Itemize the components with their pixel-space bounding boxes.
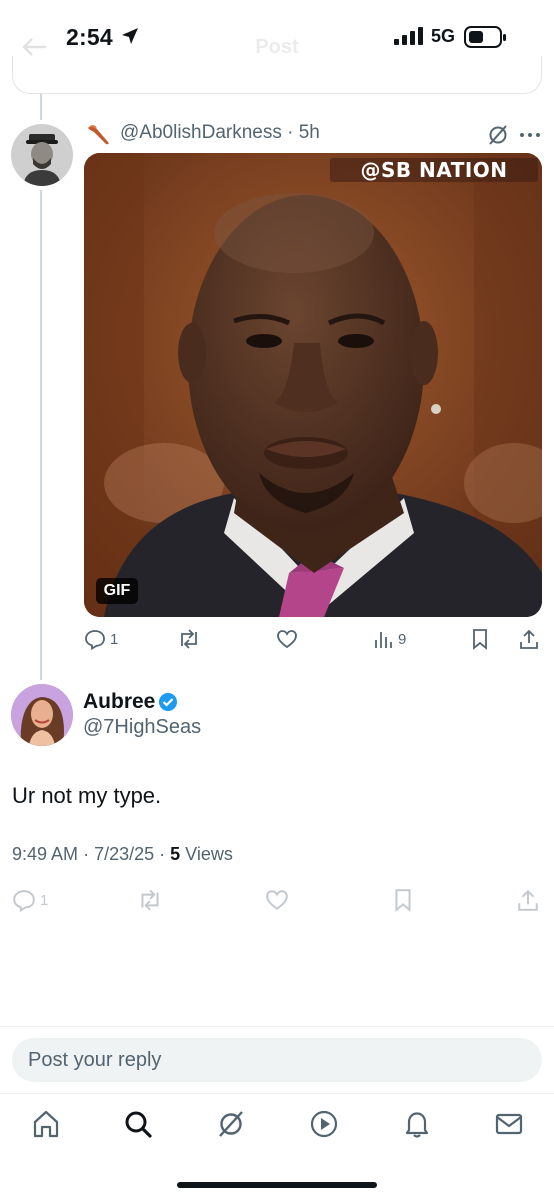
reply-action[interactable]: 1 bbox=[12, 888, 48, 912]
grok-icon[interactable] bbox=[487, 124, 509, 146]
more-options-icon[interactable] bbox=[518, 124, 542, 146]
reply-count: 1 bbox=[40, 891, 49, 909]
views-action[interactable]: 9 bbox=[374, 628, 406, 650]
post-date: 7/23/25 bbox=[94, 844, 155, 864]
boomerang-emoji-icon bbox=[88, 125, 109, 145]
messages-icon[interactable] bbox=[494, 1108, 524, 1140]
views-count: 9 bbox=[398, 630, 407, 648]
reply-author-handle[interactable]: @7HighSeas bbox=[83, 716, 201, 739]
separator: · bbox=[83, 844, 95, 864]
post-metadata: 9:49 AM · 7/23/25 · 5 Views bbox=[12, 844, 233, 865]
share-action[interactable] bbox=[516, 888, 540, 912]
home-indicator[interactable] bbox=[177, 1182, 377, 1188]
thread-line bbox=[40, 190, 42, 680]
video-icon[interactable] bbox=[309, 1108, 339, 1140]
repost-icon bbox=[141, 889, 159, 911]
reply-icon bbox=[85, 630, 105, 650]
like-action[interactable] bbox=[265, 888, 289, 912]
heart-icon bbox=[266, 890, 288, 910]
reply-count: 1 bbox=[110, 630, 119, 648]
share-action[interactable] bbox=[518, 628, 540, 650]
bookmark-action[interactable] bbox=[392, 888, 414, 912]
like-action[interactable] bbox=[276, 628, 298, 650]
separator: · bbox=[159, 844, 171, 864]
views-count: 5 bbox=[170, 844, 181, 864]
divider bbox=[0, 1026, 554, 1027]
post-media-gif[interactable] bbox=[84, 153, 542, 617]
search-icon[interactable] bbox=[123, 1108, 153, 1140]
post-author-handle[interactable]: @Ab0lishDarkness · 5h bbox=[120, 122, 320, 144]
views-icon bbox=[375, 632, 392, 648]
grok-icon[interactable] bbox=[216, 1108, 246, 1140]
reply-composer[interactable] bbox=[12, 1038, 542, 1082]
bookmark-icon bbox=[473, 629, 487, 650]
verified-badge-icon bbox=[159, 693, 177, 711]
previous-post-card-edge bbox=[12, 56, 542, 94]
reply-icon bbox=[13, 890, 35, 912]
avatar[interactable] bbox=[11, 684, 73, 746]
heart-icon bbox=[277, 630, 297, 649]
views-label[interactable]: Views bbox=[185, 844, 233, 864]
reply-action[interactable]: 1 bbox=[84, 628, 118, 650]
media-watermark: @SB NATION bbox=[330, 158, 538, 182]
repost-icon bbox=[181, 629, 197, 649]
post-time: 9:49 AM bbox=[12, 844, 79, 864]
bookmark-icon bbox=[395, 889, 411, 912]
reply-author-name[interactable]: Aubree bbox=[83, 690, 155, 714]
thread-line bbox=[40, 94, 42, 120]
notifications-icon[interactable] bbox=[402, 1108, 432, 1140]
post-text: Ur not my type. bbox=[12, 783, 162, 808]
divider bbox=[0, 1093, 554, 1094]
bookmark-action[interactable] bbox=[470, 628, 490, 650]
share-icon bbox=[518, 889, 538, 911]
avatar[interactable] bbox=[11, 124, 73, 186]
repost-action[interactable] bbox=[176, 628, 202, 650]
share-icon bbox=[520, 629, 538, 649]
repost-action[interactable] bbox=[136, 888, 164, 912]
home-icon[interactable] bbox=[31, 1108, 61, 1140]
reply-input[interactable] bbox=[12, 1038, 542, 1082]
gif-badge: GIF bbox=[96, 578, 138, 604]
